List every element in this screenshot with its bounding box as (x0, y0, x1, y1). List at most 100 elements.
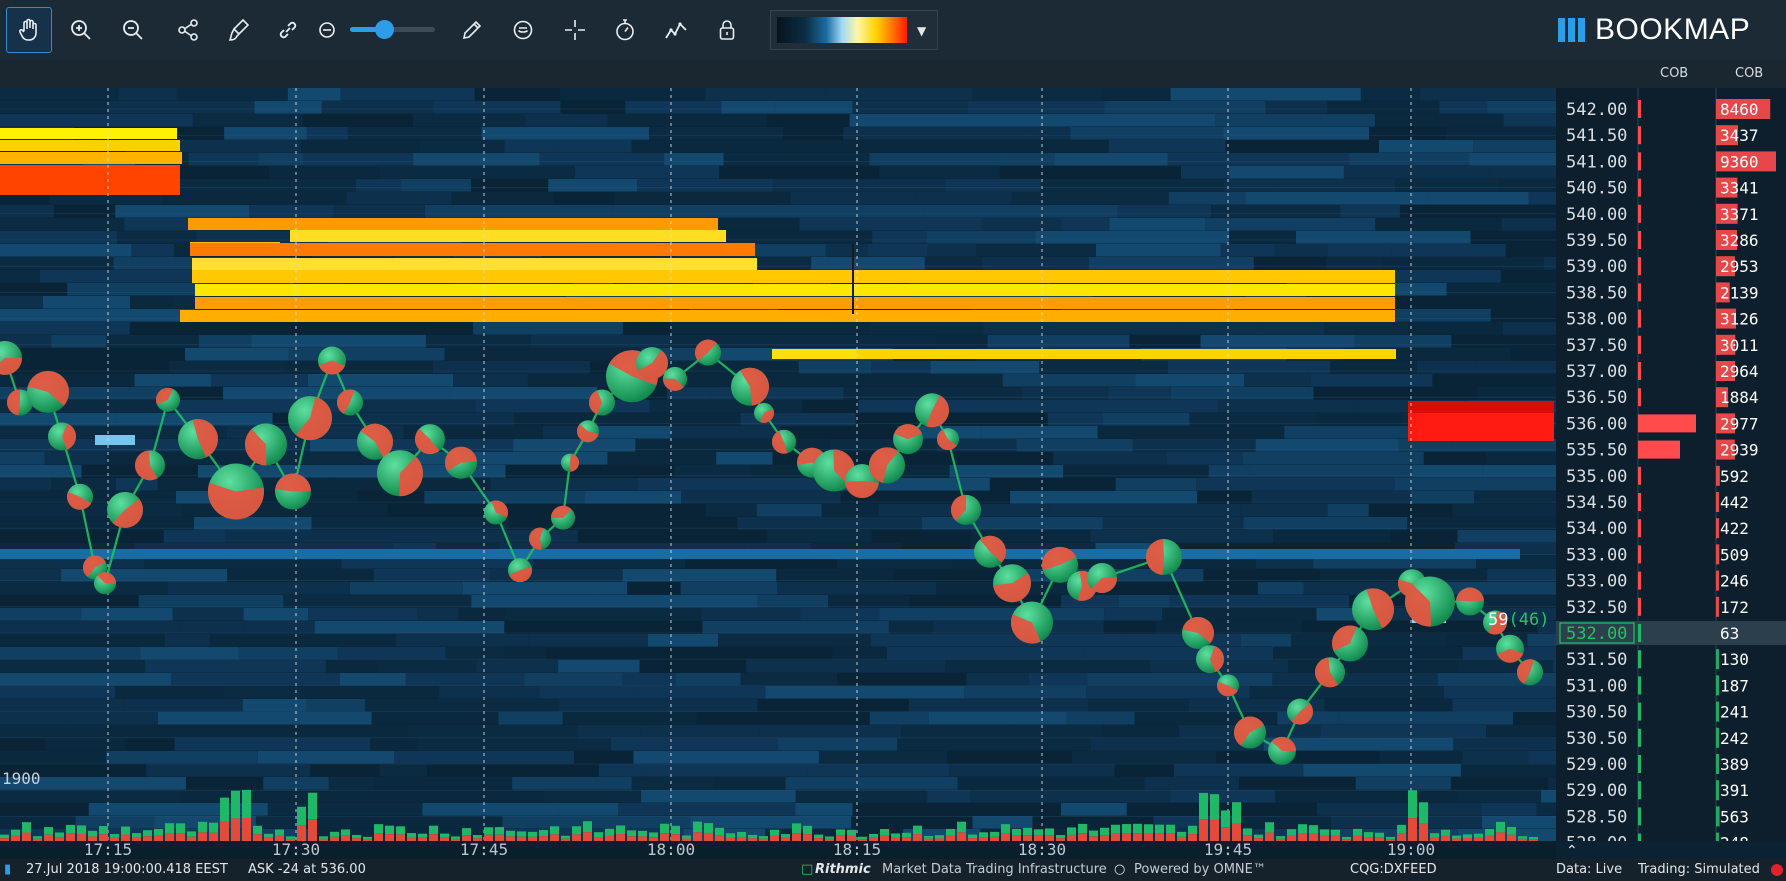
heatmap-cell (0, 660, 146, 673)
trading-mode[interactable]: Trading: Simulated (1638, 862, 1760, 877)
heatmap-cell (325, 660, 377, 673)
heatmap-cell (1450, 777, 1549, 790)
link-button[interactable] (265, 7, 311, 53)
heatmap-cell (306, 686, 440, 699)
heatmap-cell (1180, 166, 1230, 179)
heatmap-cell (1088, 699, 1189, 712)
heatmap-cell (1021, 387, 1109, 400)
pencil-button[interactable] (449, 7, 495, 53)
heatmap-cell (174, 738, 371, 751)
colormap-dropdown[interactable]: ▼ (770, 10, 938, 50)
heatmap-cell (1505, 244, 1556, 257)
cob-value: 509 (1720, 545, 1749, 564)
price-axis-panel[interactable]: 542.00 8460 541.50 3437 541.00 9360 540.50 3341… (1556, 88, 1786, 841)
heatmap-cell (1181, 322, 1261, 335)
volume-bar-bid (1177, 831, 1186, 837)
heatmap-cell (1096, 244, 1221, 257)
heatmap-cell (970, 790, 1171, 803)
heatmap-cell (680, 582, 777, 595)
lock-button[interactable] (704, 7, 750, 53)
time-tick-label: 19:45 (1203, 840, 1253, 859)
heatmap-chart[interactable] (0, 88, 1556, 841)
hand-tool-button[interactable] (6, 7, 52, 53)
brush-button[interactable] (215, 7, 261, 53)
volume-bar-ask (1155, 833, 1164, 841)
stopwatch-icon (616, 19, 634, 41)
heatmap-cell (117, 231, 197, 244)
heatmap-cell (134, 374, 211, 387)
cob-left-bar (1638, 178, 1641, 197)
zoom-in-button[interactable] (58, 7, 104, 53)
volume-bar-ask (1111, 833, 1120, 841)
cob-left-bar (1638, 388, 1641, 407)
heatmap-cell (828, 595, 910, 608)
heatmap-cell (1395, 309, 1491, 322)
zoom-out-button[interactable] (110, 7, 156, 53)
price-label: 540.00 (1566, 205, 1627, 225)
heatmap-cell (0, 699, 125, 712)
volume-bar-bid (264, 833, 273, 838)
cob-left-bar (1638, 519, 1641, 538)
heatmap-cell (1240, 634, 1292, 647)
price-label: 537.00 (1566, 362, 1627, 382)
heatmap-cell (705, 504, 757, 517)
cob-value: 8460 (1720, 100, 1759, 119)
heatmap-cell (1170, 387, 1314, 400)
heatmap-cell (1216, 751, 1380, 764)
heatmap-cell (1273, 530, 1391, 543)
share-button[interactable] (165, 7, 211, 53)
heatmap-cell (307, 374, 454, 387)
chat-button[interactable] (500, 7, 546, 53)
volume-bar-bid (1309, 825, 1318, 834)
heatmap-cell (244, 621, 315, 634)
heatmap-cell (548, 179, 638, 192)
volume-bar-bid (1452, 835, 1461, 839)
heatmap-cell (952, 452, 1054, 465)
volume-bar-ask (1496, 832, 1505, 841)
heatmap-cell (185, 777, 264, 790)
heatmap-cell (1265, 101, 1328, 114)
heatmap-cell (637, 478, 835, 491)
heatmap-cell (1512, 127, 1556, 140)
heatmap-cell (670, 426, 782, 439)
heatmap-cell (1220, 244, 1275, 257)
heatmap-cell (1203, 569, 1321, 582)
heatmap-cell (1211, 205, 1341, 218)
indicators-button[interactable] (653, 7, 699, 53)
heatmap-cell (490, 478, 638, 491)
heatmap-cell (0, 283, 68, 296)
heatmap-cell (172, 608, 244, 621)
heatmap-cell (1327, 244, 1392, 257)
heatmap-cell (1004, 140, 1109, 153)
heatmap-cell (508, 517, 552, 530)
volume-bar-ask (253, 834, 262, 841)
heatmap-cell (871, 361, 931, 374)
cob-value: 422 (1720, 519, 1749, 538)
timer-button[interactable] (602, 7, 648, 53)
heatmap-cell (0, 361, 170, 374)
crosshair-button[interactable] (552, 7, 598, 53)
heatmap-cell (1104, 608, 1163, 621)
heatmap-cell (0, 322, 130, 335)
rithmic-icon: □ (801, 862, 814, 877)
heatmap-cell (1244, 374, 1311, 387)
volume-bar-ask (583, 832, 592, 841)
volume-bar-ask (1265, 832, 1274, 841)
pencil-icon (462, 20, 482, 40)
volume-bar-bid (143, 830, 152, 837)
volume-bar-ask (1144, 833, 1153, 841)
zoom-minus-button[interactable] (312, 7, 342, 53)
heatmap-cell (1229, 166, 1344, 179)
liquidity-band (192, 270, 1395, 283)
heatmap-cell (1260, 322, 1325, 335)
zoom-slider-handle[interactable] (375, 20, 394, 39)
volume-bar-ask (396, 834, 405, 841)
zoom-slider[interactable] (350, 20, 435, 39)
heatmap-cell (1317, 803, 1482, 816)
scroll-up-icon[interactable]: ⌃ (1566, 843, 1578, 859)
cob-value: 563 (1720, 807, 1749, 826)
heatmap-cell (145, 660, 326, 673)
volume-bar-ask (803, 834, 812, 841)
zoom-in-icon (71, 20, 91, 40)
heatmap-cell (1439, 101, 1488, 114)
